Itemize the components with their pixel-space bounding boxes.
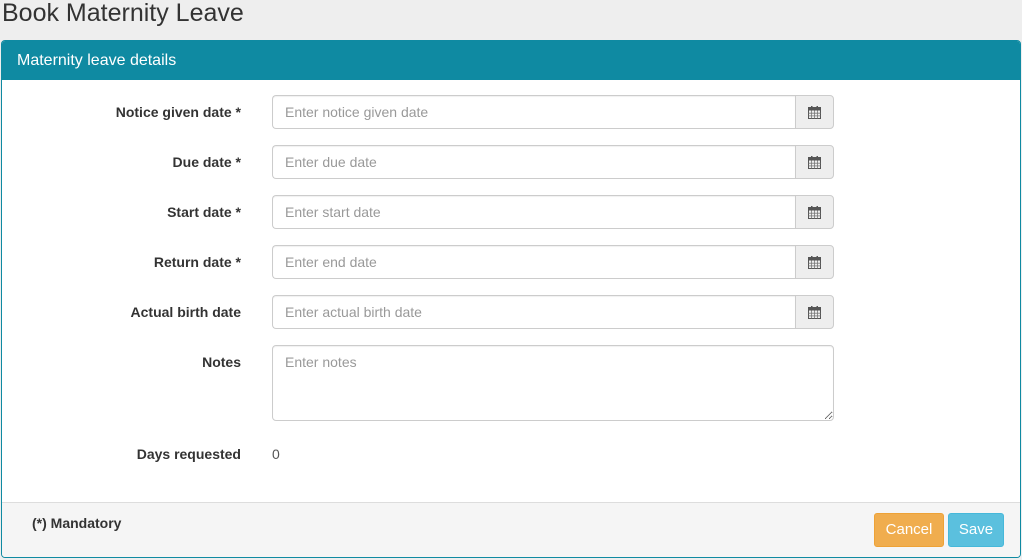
start-date-group: [272, 195, 834, 229]
start-date-row: Start date *: [2, 195, 1020, 229]
calendar-icon: [808, 106, 821, 119]
notice-given-date-label: Notice given date *: [115, 104, 241, 120]
days-requested-value: 0: [272, 446, 280, 462]
start-date-input[interactable]: [272, 195, 795, 229]
actual-birth-date-calendar-button[interactable]: [795, 295, 834, 329]
due-date-calendar-button[interactable]: [795, 145, 834, 179]
return-date-label: Return date *: [153, 254, 241, 270]
footer-actions: Cancel Save: [874, 513, 1004, 547]
notice-given-date-row: Notice given date *: [2, 95, 1020, 129]
actual-birth-date-group: [272, 295, 834, 329]
return-date-calendar-button[interactable]: [795, 245, 834, 279]
notes-textarea[interactable]: [272, 345, 834, 421]
save-button[interactable]: Save: [948, 513, 1004, 547]
panel-footer: (*) Mandatory Cancel Save: [2, 502, 1020, 557]
days-requested-row: Days requested 0: [2, 437, 1020, 471]
calendar-icon: [808, 156, 821, 169]
mandatory-note: (*) Mandatory: [32, 515, 122, 531]
days-requested-label: Days requested: [136, 446, 241, 462]
actual-birth-date-input[interactable]: [272, 295, 795, 329]
calendar-icon: [808, 306, 821, 319]
actual-birth-date-label: Actual birth date: [130, 304, 241, 320]
form-body: Notice given date * Due date * Start dat…: [2, 80, 1020, 502]
notes-label: Notes: [202, 354, 241, 370]
calendar-icon: [808, 206, 821, 219]
notes-row: Notes: [2, 345, 1020, 421]
due-date-group: [272, 145, 834, 179]
return-date-row: Return date *: [2, 245, 1020, 279]
due-date-input[interactable]: [272, 145, 795, 179]
notice-given-date-calendar-button[interactable]: [795, 95, 834, 129]
notice-given-date-input[interactable]: [272, 95, 795, 129]
maternity-leave-panel: Maternity leave details Notice given dat…: [1, 40, 1021, 558]
panel-heading: Maternity leave details: [2, 41, 1020, 80]
calendar-icon: [808, 256, 821, 269]
return-date-group: [272, 245, 834, 279]
cancel-button[interactable]: Cancel: [874, 513, 944, 547]
start-date-label: Start date *: [167, 204, 241, 220]
start-date-calendar-button[interactable]: [795, 195, 834, 229]
return-date-input[interactable]: [272, 245, 795, 279]
notice-given-date-group: [272, 95, 834, 129]
due-date-label: Due date *: [172, 154, 241, 170]
actual-birth-date-row: Actual birth date: [2, 295, 1020, 329]
due-date-row: Due date *: [2, 145, 1020, 179]
page-title: Book Maternity Leave: [2, 0, 244, 27]
